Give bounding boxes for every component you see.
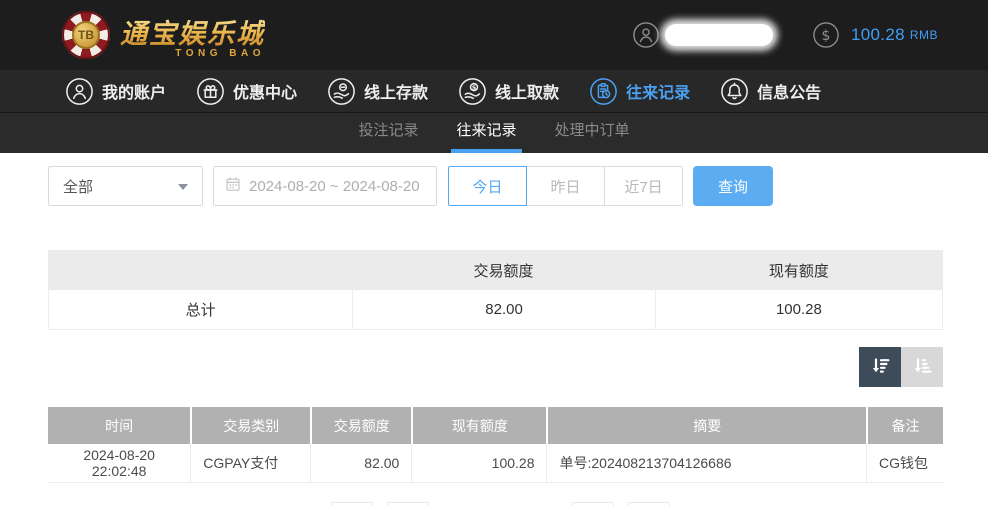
nav-label: 线上取款 bbox=[495, 85, 560, 102]
yesterday-button[interactable]: 昨日 bbox=[526, 166, 605, 206]
nav-label: 我的账户 bbox=[102, 85, 167, 102]
col-amount: 交易额度 bbox=[310, 407, 412, 444]
col-balance: 现有额度 bbox=[411, 407, 547, 444]
cell-time: 2024-08-20 22:02:48 bbox=[48, 444, 191, 483]
sort-controls bbox=[48, 347, 943, 387]
col-summary: 摘要 bbox=[546, 407, 866, 444]
summary-trade-total: 82.00 bbox=[352, 290, 655, 330]
date-range-value: 2024-08-20 ~ 2024-08-20 bbox=[249, 177, 420, 195]
cell-type: CGPAY支付 bbox=[190, 444, 311, 483]
nav-item-my-account[interactable]: 我的账户 bbox=[66, 77, 167, 105]
pagination-row bbox=[48, 500, 943, 506]
nav-label: 优惠中心 bbox=[233, 85, 298, 102]
brand-title: 通宝娱乐城 bbox=[120, 12, 265, 51]
bell-icon bbox=[721, 77, 748, 105]
pagination-button-stub[interactable] bbox=[628, 502, 670, 506]
casino-chip-logo-icon: TB bbox=[62, 11, 110, 59]
sort-descending-icon bbox=[868, 354, 892, 381]
records-header-row: 时间 交易类别 交易额度 现有额度 摘要 备注 bbox=[48, 407, 943, 444]
sub-navigation: 投注记录 往来记录 处理中订单 bbox=[0, 113, 988, 153]
withdraw-icon: $ bbox=[459, 77, 486, 105]
summary-header-empty bbox=[48, 250, 353, 290]
nav-item-transaction-records[interactable]: 往来记录 bbox=[590, 77, 691, 105]
account-balance: 100.28 bbox=[851, 25, 905, 44]
sort-descending-button[interactable] bbox=[859, 347, 901, 387]
summary-header-trade-amount: 交易额度 bbox=[352, 250, 655, 290]
table-row: 2024-08-20 22:02:48 CGPAY支付 82.00 100.28… bbox=[48, 444, 943, 483]
brand-logo[interactable]: TB 通宝娱乐城 TONG BAO bbox=[62, 11, 265, 59]
main-navigation: 我的账户 优惠中心 线上存款 $ 线上取款 往来记录 信息公告 bbox=[0, 70, 988, 113]
nav-item-promotions[interactable]: 优惠中心 bbox=[197, 77, 298, 105]
dollar-balance-icon: $ bbox=[813, 22, 839, 48]
records-icon bbox=[590, 77, 617, 105]
content-area: 全部 2024-08-20 ~ 2024-08-20 今日 昨日 近7日 查询 bbox=[0, 166, 988, 506]
svg-text:$: $ bbox=[472, 83, 477, 91]
summary-total-row: 总计 82.00 100.28 bbox=[48, 290, 943, 330]
summary-header-current-amount: 现有额度 bbox=[654, 250, 943, 290]
records-table: 时间 交易类别 交易额度 现有额度 摘要 备注 2024-08-20 22:02… bbox=[48, 407, 943, 483]
nav-item-withdraw[interactable]: $ 线上取款 bbox=[459, 77, 560, 105]
top-bar: TB 通宝娱乐城 TONG BAO $ 100.28 RMB bbox=[0, 0, 988, 70]
nav-item-deposit[interactable]: 线上存款 bbox=[328, 77, 429, 105]
nav-label: 线上存款 bbox=[364, 85, 429, 102]
sort-ascending-icon bbox=[910, 354, 934, 381]
calendar-icon bbox=[225, 176, 241, 196]
tab-transaction-records[interactable]: 往来记录 bbox=[451, 113, 522, 153]
cell-amount: 82.00 bbox=[310, 444, 412, 483]
summary-header-row: 交易额度 现有额度 bbox=[48, 250, 943, 290]
tab-pending-orders[interactable]: 处理中订单 bbox=[550, 113, 635, 153]
filter-bar: 全部 2024-08-20 ~ 2024-08-20 今日 昨日 近7日 查询 bbox=[48, 166, 943, 206]
sort-ascending-button[interactable] bbox=[901, 347, 943, 387]
brand-subtitle: TONG BAO bbox=[175, 47, 265, 59]
search-button[interactable]: 查询 bbox=[693, 166, 773, 206]
cell-balance: 100.28 bbox=[411, 444, 547, 483]
chip-monogram: TB bbox=[72, 21, 100, 49]
svg-text:$: $ bbox=[822, 28, 831, 44]
transaction-type-select[interactable]: 全部 bbox=[48, 166, 203, 206]
user-avatar-icon bbox=[633, 22, 659, 48]
last-7-days-button[interactable]: 近7日 bbox=[604, 166, 683, 206]
summary-balance-total: 100.28 bbox=[654, 290, 943, 330]
col-type: 交易类别 bbox=[190, 407, 311, 444]
nav-label: 信息公告 bbox=[757, 85, 822, 102]
summary-table: 交易额度 现有额度 总计 82.00 100.28 bbox=[48, 250, 943, 330]
pagination-button-stub[interactable] bbox=[331, 502, 373, 506]
col-time: 时间 bbox=[48, 407, 191, 444]
cell-summary: 单号:202408213704126686 bbox=[546, 444, 866, 483]
currency-label: RMB bbox=[909, 28, 938, 42]
chevron-down-icon bbox=[178, 184, 188, 190]
nav-label: 往来记录 bbox=[626, 85, 691, 102]
redacted-username bbox=[665, 24, 774, 46]
tab-bet-records[interactable]: 投注记录 bbox=[353, 113, 423, 153]
gift-icon bbox=[197, 77, 224, 105]
date-range-input[interactable]: 2024-08-20 ~ 2024-08-20 bbox=[213, 166, 437, 206]
nav-item-announcements[interactable]: 信息公告 bbox=[721, 77, 822, 105]
quick-range-group: 今日 昨日 近7日 bbox=[448, 166, 683, 206]
pagination-button-stub[interactable] bbox=[572, 502, 614, 506]
col-note: 备注 bbox=[866, 407, 943, 444]
cell-note: CG钱包 bbox=[866, 444, 943, 483]
deposit-icon bbox=[328, 77, 355, 105]
summary-total-label: 总计 bbox=[48, 290, 353, 330]
select-value: 全部 bbox=[63, 178, 94, 196]
pagination-button-stub[interactable] bbox=[387, 502, 429, 506]
user-icon bbox=[66, 77, 93, 105]
today-button[interactable]: 今日 bbox=[448, 166, 527, 206]
